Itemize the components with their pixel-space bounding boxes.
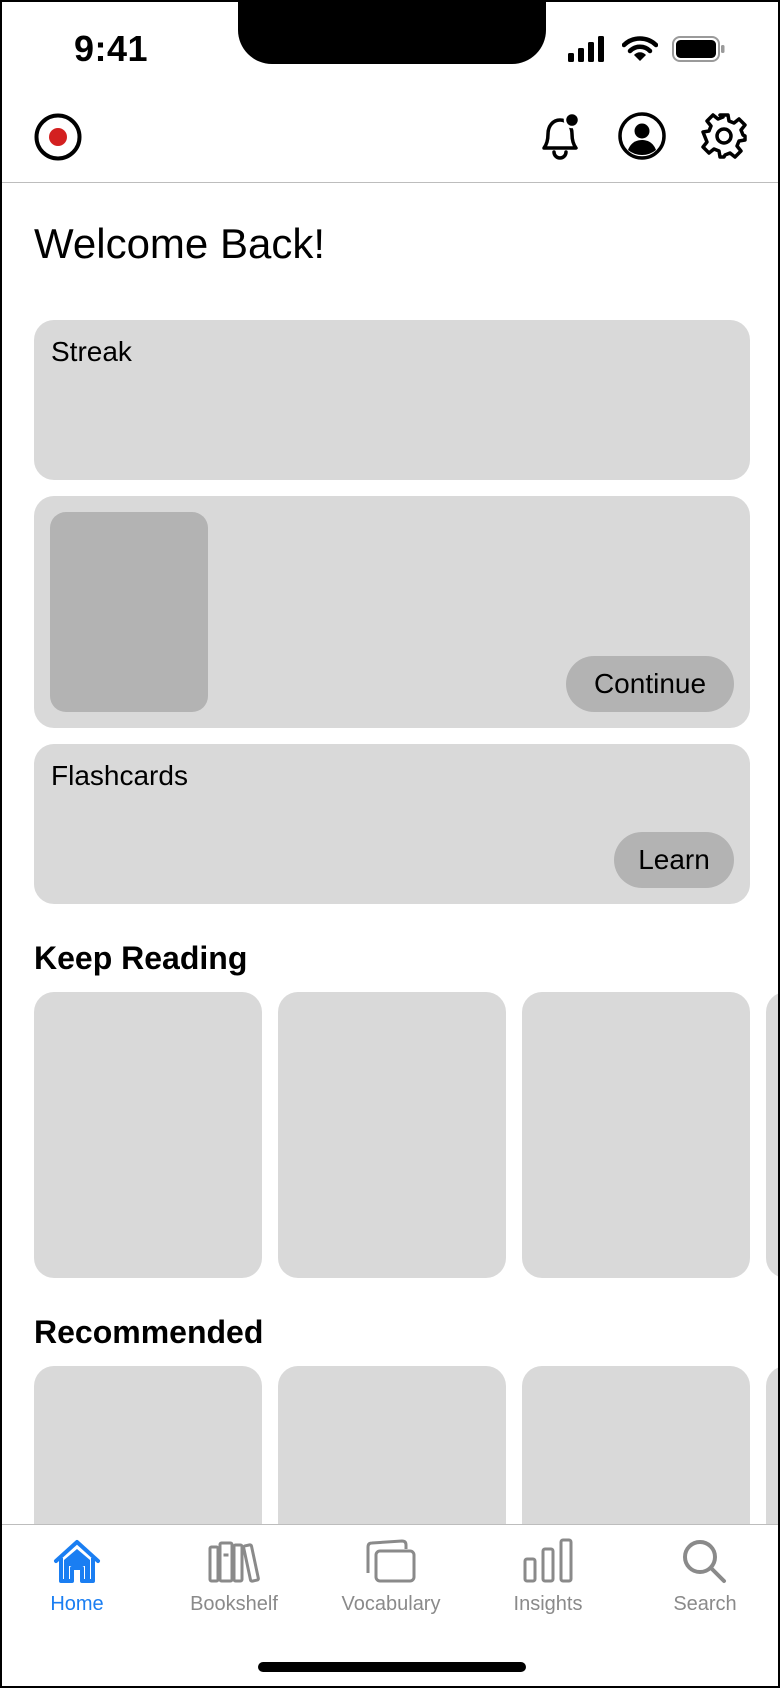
cellular-signal-icon: [568, 36, 604, 62]
settings-button[interactable]: [698, 110, 750, 162]
insights-bar-chart-icon: [523, 1538, 573, 1583]
record-icon[interactable]: [34, 113, 82, 161]
tab-bookshelf[interactable]: Bookshelf: [164, 1525, 304, 1635]
top-header: [2, 96, 778, 183]
search-icon: [683, 1540, 726, 1583]
bookshelf-icon: [208, 1541, 260, 1583]
tab-search-label: Search: [673, 1593, 737, 1615]
flashcards-card[interactable]: Flashcards Learn: [34, 744, 750, 904]
current-book-card[interactable]: Continue: [34, 496, 750, 728]
tab-insights[interactable]: Insights: [478, 1525, 618, 1635]
tab-home[interactable]: Home: [7, 1525, 147, 1635]
continue-button[interactable]: Continue: [566, 656, 734, 712]
keep-reading-book-tile[interactable]: [522, 992, 750, 1278]
notification-bell-icon: [542, 111, 581, 160]
profile-icon: [618, 112, 666, 160]
keep-reading-book-tile[interactable]: [278, 992, 506, 1278]
keep-reading-heading: Keep Reading: [34, 940, 248, 976]
app-screen: 9:41 Welcome Back! Streak Continue Flash…: [0, 0, 780, 1688]
welcome-heading: Welcome Back!: [34, 220, 325, 267]
tab-vocabulary-label: Vocabulary: [341, 1593, 441, 1615]
notifications-button[interactable]: [534, 110, 586, 162]
home-icon: [54, 1540, 100, 1583]
keep-reading-book-tile[interactable]: [34, 992, 262, 1278]
streak-card-title: Streak: [51, 336, 132, 367]
profile-button[interactable]: [616, 110, 668, 162]
header-actions: [534, 110, 750, 162]
vocabulary-cards-icon: [366, 1539, 416, 1583]
wifi-icon: [622, 36, 658, 61]
flashcards-card-title: Flashcards: [51, 760, 188, 791]
tab-vocabulary[interactable]: Vocabulary: [321, 1525, 461, 1635]
streak-card[interactable]: Streak: [34, 320, 750, 480]
status-bar: 9:41: [2, 2, 778, 96]
battery-icon: [672, 36, 725, 62]
device-notch: [238, 2, 546, 64]
status-time: 9:41: [74, 28, 149, 69]
home-indicator[interactable]: [258, 1662, 526, 1672]
keep-reading-book-tile[interactable]: [766, 992, 778, 1278]
recommended-heading: Recommended: [34, 1314, 264, 1350]
tab-insights-label: Insights: [513, 1593, 583, 1615]
settings-gear-icon: [701, 113, 747, 159]
book-cover-thumbnail: [50, 512, 208, 712]
tab-search[interactable]: Search: [635, 1525, 775, 1635]
status-icons: [568, 36, 726, 62]
learn-button[interactable]: Learn: [614, 832, 734, 888]
tab-bookshelf-label: Bookshelf: [190, 1593, 278, 1615]
tab-home-label: Home: [50, 1593, 104, 1615]
